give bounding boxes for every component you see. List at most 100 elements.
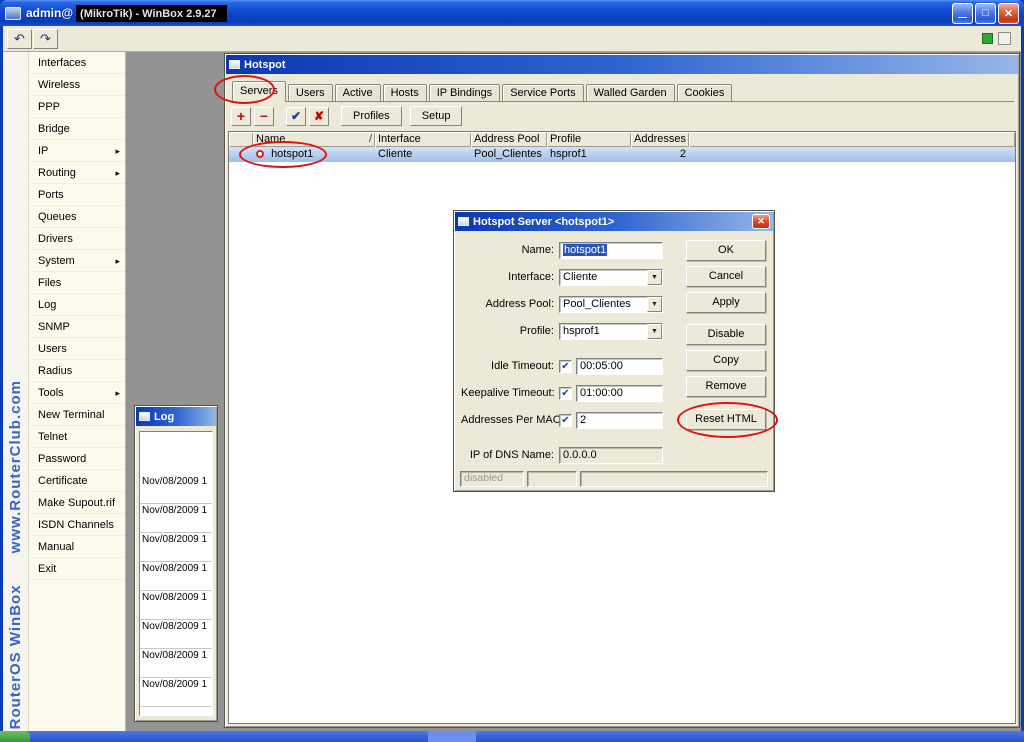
column-header-flags[interactable] bbox=[229, 132, 253, 147]
sidebar-item[interactable]: Wireless bbox=[29, 74, 125, 96]
column-header-name[interactable]: Name / bbox=[253, 132, 375, 147]
keepalive-timeout-checkbox[interactable]: ✔ bbox=[559, 386, 572, 400]
sidebar-item[interactable]: ISDN Channels bbox=[29, 514, 125, 536]
sidebar-item[interactable]: Exit bbox=[29, 558, 125, 580]
tab-hosts[interactable]: Hosts bbox=[382, 84, 427, 101]
log-entry[interactable]: Nov/08/2009 1 bbox=[140, 562, 212, 591]
sidebar-item-label: Make Supout.rif bbox=[38, 497, 116, 509]
idle-timeout-label: Idle Timeout: bbox=[491, 360, 554, 372]
tab-users[interactable]: Users bbox=[287, 84, 333, 101]
sidebar-item[interactable]: Certificate bbox=[29, 470, 125, 492]
disable-item-button[interactable]: ✘ bbox=[309, 106, 329, 126]
sidebar-item[interactable]: Interfaces bbox=[29, 52, 125, 74]
sidebar-item-label: Exit bbox=[38, 563, 57, 575]
profile-select[interactable]: hsprof1 ▼ bbox=[559, 322, 663, 340]
log-entry[interactable]: Nov/08/2009 1 bbox=[140, 504, 212, 533]
column-header-profile[interactable]: Profile bbox=[547, 132, 631, 147]
log-window-titlebar[interactable]: Log bbox=[136, 407, 216, 426]
log-entry[interactable]: Nov/08/2009 1 bbox=[140, 649, 212, 678]
sidebar-item[interactable]: Make Supout.rif bbox=[29, 492, 125, 514]
undo-button[interactable]: ↶ bbox=[7, 29, 32, 49]
hotspot-window-titlebar[interactable]: Hotspot bbox=[226, 55, 1018, 74]
apply-button[interactable]: Apply bbox=[686, 292, 766, 313]
sidebar-item[interactable]: Password bbox=[29, 448, 125, 470]
dialog-titlebar[interactable]: Hotspot Server <hotspot1> ✕ bbox=[455, 212, 773, 231]
sidebar-item[interactable]: Tools ▸ bbox=[29, 382, 125, 404]
sidebar-item[interactable]: Bridge bbox=[29, 118, 125, 140]
enable-button[interactable]: ✔ bbox=[286, 106, 306, 126]
connection-status-icon bbox=[982, 33, 993, 44]
sidebar-item[interactable]: Routing ▸ bbox=[29, 162, 125, 184]
ok-button[interactable]: OK bbox=[686, 240, 766, 261]
cancel-button[interactable]: Cancel bbox=[686, 266, 766, 287]
log-entry[interactable]: Nov/08/2009 1 bbox=[140, 533, 212, 562]
log-entry[interactable]: Nov/08/2009 1 bbox=[140, 620, 212, 649]
tab-active[interactable]: Active bbox=[334, 84, 381, 101]
disable-button[interactable]: Disable bbox=[686, 324, 766, 345]
interface-select[interactable]: Cliente ▼ bbox=[559, 268, 663, 286]
tab-service-ports[interactable]: Service Ports bbox=[502, 84, 584, 101]
sidebar-item[interactable]: SNMP bbox=[29, 316, 125, 338]
ip-of-dns-field[interactable]: 0.0.0.0 bbox=[559, 446, 663, 464]
sidebar-item-label: Certificate bbox=[38, 475, 88, 487]
keepalive-timeout-field[interactable]: 01:00:00 bbox=[576, 384, 663, 402]
log-entry[interactable]: Nov/08/2009 1 bbox=[140, 475, 212, 504]
sidebar-item[interactable]: Radius bbox=[29, 360, 125, 382]
column-header-interface[interactable]: Interface bbox=[375, 132, 471, 147]
addresses-per-mac-checkbox[interactable]: ✔ bbox=[559, 413, 572, 427]
column-header-address-pool[interactable]: Address Pool bbox=[471, 132, 547, 147]
tab-cookies[interactable]: Cookies bbox=[676, 84, 733, 101]
log-entry[interactable]: Nov/08/2009 1 bbox=[140, 591, 212, 620]
sidebar-item[interactable]: New Terminal bbox=[29, 404, 125, 426]
log-window-title: Log bbox=[154, 410, 175, 423]
idle-timeout-field[interactable]: 00:05:00 bbox=[576, 357, 663, 375]
maximize-button[interactable]: □ bbox=[975, 2, 996, 24]
address-pool-select[interactable]: Pool_Clientes ▼ bbox=[559, 295, 663, 313]
column-header-filler bbox=[689, 132, 1015, 147]
window-icon bbox=[139, 412, 150, 421]
remove-button[interactable]: Remove bbox=[686, 376, 766, 397]
profiles-button[interactable]: Profiles bbox=[341, 106, 402, 126]
taskbar-item[interactable] bbox=[428, 731, 476, 742]
log-window: Log Nov/08/2009 1 Nov/08/2009 1 Nov/08/2… bbox=[134, 405, 218, 722]
sidebar-item[interactable]: Queues bbox=[29, 206, 125, 228]
window-icon bbox=[458, 217, 469, 226]
sidebar-item[interactable]: System ▸ bbox=[29, 250, 125, 272]
add-button[interactable]: + bbox=[231, 106, 251, 126]
sidebar-item[interactable]: Telnet bbox=[29, 426, 125, 448]
sidebar-item[interactable]: Manual bbox=[29, 536, 125, 558]
dropdown-arrow-icon[interactable]: ▼ bbox=[647, 296, 662, 312]
sidebar-item[interactable]: PPP bbox=[29, 96, 125, 118]
dropdown-arrow-icon[interactable]: ▼ bbox=[647, 269, 662, 285]
interface-value: Cliente bbox=[563, 270, 598, 283]
minimize-button[interactable]: — bbox=[952, 2, 973, 24]
column-header-addresses[interactable]: Addresses ... bbox=[631, 132, 689, 147]
taskbar bbox=[0, 731, 1024, 742]
name-field[interactable]: hotspot1 bbox=[559, 241, 663, 259]
start-button[interactable] bbox=[0, 731, 30, 742]
copy-button[interactable]: Copy bbox=[686, 350, 766, 371]
sidebar-item[interactable]: Files bbox=[29, 272, 125, 294]
tab-walled-garden[interactable]: Walled Garden bbox=[585, 84, 675, 101]
column-header-name-label: Name bbox=[256, 133, 286, 145]
sidebar-item[interactable]: Ports bbox=[29, 184, 125, 206]
log-entry[interactable]: Nov/08/2009 1 bbox=[140, 678, 212, 707]
sidebar-item[interactable]: Log bbox=[29, 294, 125, 316]
redo-button[interactable]: ↷ bbox=[33, 29, 58, 49]
close-button[interactable]: ✕ bbox=[998, 2, 1019, 24]
table-row[interactable]: hotspot1 Cliente Pool_Clientes hsprof1 2 bbox=[229, 147, 1015, 162]
sidebar-item-label: Files bbox=[38, 277, 62, 289]
sidebar-item-label: Ports bbox=[38, 189, 64, 201]
sidebar-item[interactable]: Drivers bbox=[29, 228, 125, 250]
tab-ip-bindings[interactable]: IP Bindings bbox=[428, 84, 501, 101]
remove-item-button[interactable]: − bbox=[254, 106, 274, 126]
sidebar-item[interactable]: Users bbox=[29, 338, 125, 360]
idle-timeout-checkbox[interactable]: ✔ bbox=[559, 359, 572, 373]
addresses-per-mac-field[interactable]: 2 bbox=[576, 411, 663, 429]
setup-button[interactable]: Setup bbox=[409, 106, 463, 126]
sidebar-item[interactable]: IP ▸ bbox=[29, 140, 125, 162]
dropdown-arrow-icon[interactable]: ▼ bbox=[647, 323, 662, 339]
dialog-close-button[interactable]: ✕ bbox=[752, 214, 770, 229]
tab-servers[interactable]: Servers bbox=[232, 81, 286, 102]
reset-html-button[interactable]: Reset HTML bbox=[686, 409, 766, 430]
